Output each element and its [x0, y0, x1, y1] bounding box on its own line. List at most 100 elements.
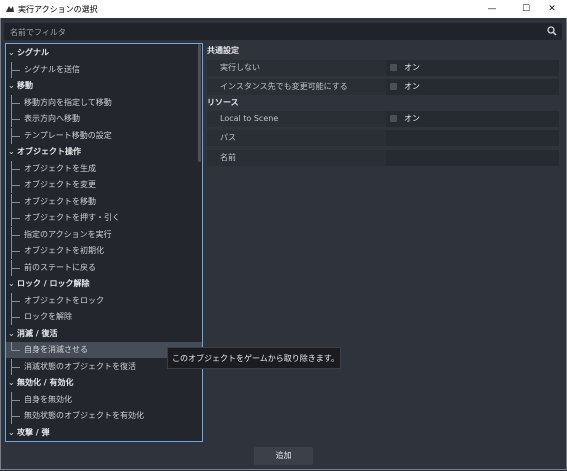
chevron-down-icon[interactable]: ⌄ — [8, 326, 16, 342]
tree-item[interactable]: オブジェクトをロック — [6, 292, 202, 309]
tree-item-label: 表示方向へ移動 — [24, 114, 80, 123]
tree-item[interactable]: 前のステートに戻る — [6, 259, 202, 276]
tree-item-label: 自身を無効化 — [24, 394, 72, 404]
chevron-down-icon[interactable]: ⌄ — [8, 425, 16, 441]
tree-item[interactable]: 指定のアクションを実行 — [6, 226, 202, 243]
tree-category[interactable]: ⌄ 消滅 / 復活 — [6, 326, 202, 342]
tree-category-label: シグナル — [17, 48, 49, 57]
tree-item[interactable]: 無効状態のオブジェクトを有効化 — [6, 408, 202, 424]
checkbox-label: オン — [404, 82, 420, 91]
tree-line — [11, 193, 12, 210]
tree-item[interactable]: 移動方向を指定して移動 — [6, 94, 202, 111]
tree-line — [11, 243, 12, 259]
common-section-header: 共通設定 — [207, 46, 239, 55]
chevron-down-icon[interactable]: ⌄ — [8, 144, 16, 160]
tree-connector — [11, 69, 20, 71]
prop-name: 名前 — [207, 150, 559, 166]
tree-item-label: オブジェクトを初期化 — [24, 246, 104, 255]
tree-category[interactable]: ⌄ シグナル — [6, 45, 202, 61]
tree-line — [11, 94, 12, 111]
tree-item-label: 無効状態のオブジェクトを有効化 — [24, 411, 144, 420]
tree-scrollbar[interactable] — [198, 44, 201, 162]
filter-placeholder: 名前でフィルタ — [10, 28, 66, 37]
tree-item[interactable]: オブジェクトを変更 — [6, 177, 202, 193]
tree-connector — [11, 102, 20, 104]
tree-connector — [11, 135, 20, 137]
local-to-scene-checkbox[interactable] — [390, 115, 397, 122]
tree-line — [11, 127, 12, 144]
tree-item[interactable]: 表示方向へ移動 — [6, 111, 202, 127]
tree-item[interactable]: 自身を無効化 — [6, 391, 202, 408]
tree-item-label: オブジェクトを変更 — [24, 180, 96, 189]
tree-item[interactable]: オブジェクトを初期化 — [6, 243, 202, 259]
tree-item-label: 消滅状態のオブジェクトを復活 — [24, 361, 136, 371]
tree-item[interactable]: オブジェクトを移動 — [6, 193, 202, 210]
minimize-icon: — — [487, 4, 497, 14]
tree-line — [11, 177, 12, 193]
tree-item-label: 移動方向を指定して移動 — [24, 97, 112, 107]
app-icon — [6, 6, 14, 12]
tree-item-label: オブジェクトを移動 — [24, 196, 96, 206]
chevron-down-icon[interactable]: ⌄ — [8, 45, 16, 61]
tree-line — [11, 408, 12, 424]
tree-item[interactable]: シグナルを送信 — [6, 61, 202, 78]
tree-connector — [11, 300, 20, 302]
tree-category-label: オブジェクト操作 — [17, 147, 81, 156]
path-field[interactable] — [386, 130, 559, 146]
tree-line — [11, 292, 12, 309]
tree-item-label: 前のステートに戻る — [24, 262, 96, 272]
tree-line — [11, 309, 12, 325]
maximize-icon: ☐ — [521, 4, 531, 14]
tree-category-label: 攻撃 / 弾 — [17, 427, 50, 437]
tree-line — [11, 342, 12, 351]
tree-category[interactable]: ⌄ ロック / ロック解除 — [6, 276, 202, 292]
tree-item[interactable]: ロックを解除 — [6, 309, 202, 325]
prop-instance-editable: インスタンス先でも変更可能にする オン — [207, 79, 559, 95]
tree-category-label: 移動 — [17, 81, 33, 90]
tree-category[interactable]: ⌄ 無効化 / 有効化 — [6, 375, 202, 391]
tree-connector — [11, 416, 20, 417]
tree-item[interactable]: テンプレート移動の設定 — [6, 127, 202, 144]
tree-item-label: オブジェクトを生成 — [24, 163, 96, 173]
chevron-down-icon[interactable]: ⌄ — [8, 276, 16, 292]
tree-line — [11, 391, 12, 408]
resource-section-header: リソース — [207, 98, 239, 107]
name-field[interactable] — [386, 150, 559, 166]
add-button[interactable]: 追加 — [254, 447, 313, 465]
tooltip: このオブジェクトをゲームから取り除きます。 — [167, 347, 341, 369]
window-title: 実行アクションの選択 — [18, 5, 98, 14]
minimize-button[interactable]: — — [477, 0, 507, 18]
tree-category-label: ロック / ロック解除 — [17, 279, 90, 288]
checkbox-label: オン — [404, 114, 420, 123]
tree-connector — [11, 234, 20, 236]
tree-connector — [11, 218, 20, 219]
tree-category[interactable]: ⌄ 攻撃 / 弾 — [6, 425, 202, 441]
tree-connector — [11, 350, 20, 351]
filter-input[interactable]: 名前でフィルタ — [4, 23, 562, 40]
tree-line — [11, 210, 12, 226]
search-icon — [547, 26, 557, 36]
no-exec-checkbox[interactable] — [390, 64, 397, 71]
tree-connector — [11, 119, 20, 120]
tree-item[interactable]: オブジェクトを生成 — [6, 160, 202, 177]
prop-label: 実行しない — [220, 63, 260, 72]
tree-connector — [11, 317, 20, 318]
prop-label: 名前 — [220, 153, 236, 162]
tree-connector — [11, 185, 20, 186]
tree-connector — [11, 251, 20, 252]
tree-item-label: オブジェクトを押す・引く — [24, 213, 120, 222]
tree-item[interactable]: オブジェクトを押す・引く — [6, 210, 202, 226]
action-tree[interactable]: ⌄ シグナル シグナルを送信 ⌄ 移動 移動方向を指定して移動 表示方向へ移動 テンプレート移… — [5, 43, 203, 442]
chevron-down-icon[interactable]: ⌄ — [8, 78, 16, 94]
checkbox-label: オン — [404, 63, 420, 72]
prop-label: パス — [220, 133, 236, 142]
prop-no-exec: 実行しない オン — [207, 60, 559, 76]
prop-local-to-scene: Local to Scene オン — [207, 111, 559, 127]
instance-editable-checkbox[interactable] — [390, 83, 397, 90]
tree-category[interactable]: ⌄ オブジェクト操作 — [6, 144, 202, 160]
tree-connector — [11, 366, 20, 368]
close-button[interactable]: ✕ — [537, 0, 567, 18]
tree-category[interactable]: ⌄ 移動 — [6, 78, 202, 94]
chevron-down-icon[interactable]: ⌄ — [8, 375, 16, 391]
tree-item-label: ロックを解除 — [24, 312, 72, 321]
